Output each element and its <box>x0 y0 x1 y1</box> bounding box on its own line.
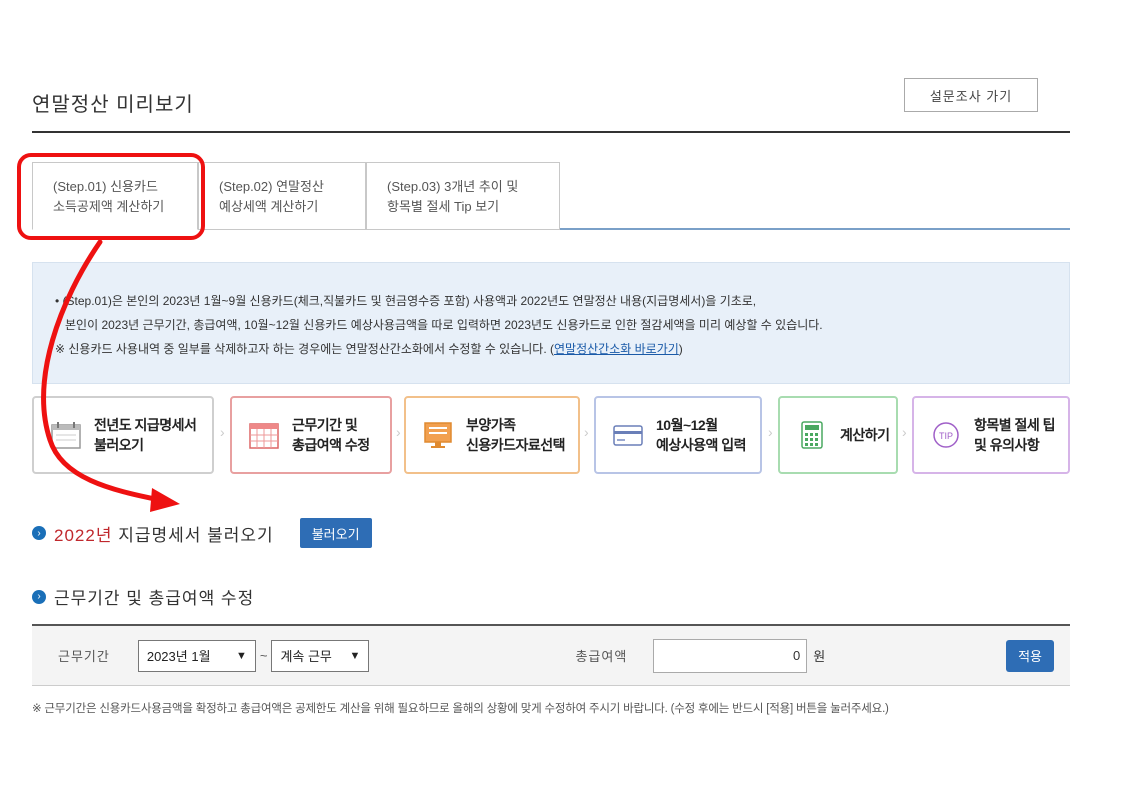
step-separator: › <box>396 424 401 440</box>
tab-step-03-line2: 항목별 절세 Tip 보기 <box>387 199 500 214</box>
step-dependents-label: 부양가족 신용카드자료선택 <box>466 417 566 453</box>
step-separator: › <box>220 424 225 440</box>
tab-step-02[interactable]: (Step.02) 연말정산 예상세액 계산하기 <box>198 162 366 230</box>
won-unit: 원 <box>813 649 826 664</box>
calculator-icon <box>801 421 823 449</box>
info-line-3-end: ) <box>678 342 683 356</box>
chevron-down-icon: ▼ <box>349 649 361 662</box>
simplified-service-link[interactable]: 연말정산간소화 바로가기 <box>554 342 679 356</box>
tab-step-01-line1: (Step.01) 신용카드 <box>53 179 158 194</box>
tab-step-01-line2: 소득공제액 계산하기 <box>53 199 165 214</box>
step-separator: › <box>768 424 773 440</box>
step-expected-usage-label: 10월~12월 예상사용액 입력 <box>656 417 747 453</box>
section-bullet-icon: › <box>32 526 46 540</box>
tab-step-02-line1: (Step.02) 연말정산 <box>219 179 324 194</box>
section-bullet-icon: › <box>32 589 46 604</box>
monitor-icon <box>424 422 452 448</box>
step-expected-usage[interactable]: 10월~12월 예상사용액 입력 <box>594 396 762 474</box>
amount-input[interactable]: 0 <box>653 638 808 673</box>
card-icon <box>613 425 643 446</box>
tip-icon: TIP <box>933 422 959 448</box>
page-title: 연말정산 미리보기 <box>32 94 194 116</box>
start-month-select[interactable]: 2023년 1월 ▼ <box>137 639 256 672</box>
tab-step-03-line1: (Step.03) 3개년 추이 및 <box>387 179 519 194</box>
amount-label: 총급여액 <box>575 649 628 664</box>
load-button[interactable]: 불러오기 <box>299 518 372 548</box>
step-edit-period-label: 근무기간 및 총급여액 수정 <box>292 417 370 453</box>
section-load-title: 2022년 지급명세서 불러오기 <box>54 525 274 545</box>
calendar-icon <box>51 422 81 449</box>
tilde: ~ <box>259 648 268 663</box>
apply-button[interactable]: 적용 <box>1006 639 1054 672</box>
info-line-3-text: ※ 신용카드 사용내역 중 일부를 삭제하고자 하는 경우에는 연말정산간소화에… <box>55 342 554 356</box>
start-month-value: 2023년 1월 <box>146 649 211 664</box>
info-line-2: 본인이 2023년 근무기간, 총급여액, 10월~12월 신용카드 예상사용금… <box>65 318 823 332</box>
end-month-select[interactable]: 계속 근무 ▼ <box>271 639 370 672</box>
title-divider <box>32 131 1070 133</box>
tab-step-02-line2: 예상세액 계산하기 <box>219 199 319 214</box>
step-separator: › <box>584 424 589 440</box>
tab-baseline-accent <box>560 228 1070 230</box>
step-tips-label: 항목별 절세 팁및 유의사항 <box>974 417 1056 453</box>
period-form-row: 근무기간 2023년 1월 ▼ ~ 계속 근무 ▼ 총급여액 0 원 적용 <box>32 624 1070 686</box>
section-load-statement: › 2022년 지급명세서 불러오기 불러오기 <box>32 518 372 548</box>
step-edit-period[interactable]: 근무기간 및 총급여액 수정 <box>230 396 392 474</box>
step-separator: › <box>902 424 907 440</box>
tab-step-01[interactable]: (Step.01) 신용카드 소득공제액 계산하기 <box>32 162 198 230</box>
chevron-down-icon: ▼ <box>235 649 247 662</box>
step-tips[interactable]: TIP 항목별 절세 팁및 유의사항 <box>912 396 1070 474</box>
step-load-statement[interactable]: 전년도 지급명세서 불러오기 <box>32 396 214 474</box>
section-edit-title: 근무기간 및 총급여액 수정 <box>54 589 255 608</box>
step-calculate[interactable]: 계산하기 <box>778 396 898 474</box>
survey-button[interactable]: 설문조사 가기 <box>904 78 1038 112</box>
svg-text:TIP: TIP <box>939 431 953 441</box>
step-load-statement-label: 전년도 지급명세서 불러오기 <box>94 417 197 453</box>
tab-step-03[interactable]: (Step.03) 3개년 추이 및 항목별 절세 Tip 보기 <box>366 162 560 230</box>
instruction-note: ※ 근무기간은 신용카드사용금액을 확정하고 총급여액은 공제한도 계산을 위해… <box>32 703 889 715</box>
info-line-1: • (Step.01)은 본인의 2023년 1월~9월 신용카드(체크,직불카… <box>55 294 757 308</box>
end-month-value: 계속 근무 <box>280 649 332 664</box>
section-edit-period: › 근무기간 및 총급여액 수정 <box>32 584 254 609</box>
period-label: 근무기간 <box>58 649 110 664</box>
info-line-3: ※ 신용카드 사용내역 중 일부를 삭제하고자 하는 경우에는 연말정산간소화에… <box>55 337 1047 361</box>
step-dependents[interactable]: 부양가족 신용카드자료선택 <box>404 396 580 474</box>
step-calculate-label: 계산하기 <box>840 427 890 443</box>
calendar-grid-icon <box>249 423 279 449</box>
info-box: • (Step.01)은 본인의 2023년 1월~9월 신용카드(체크,직불카… <box>32 262 1070 384</box>
